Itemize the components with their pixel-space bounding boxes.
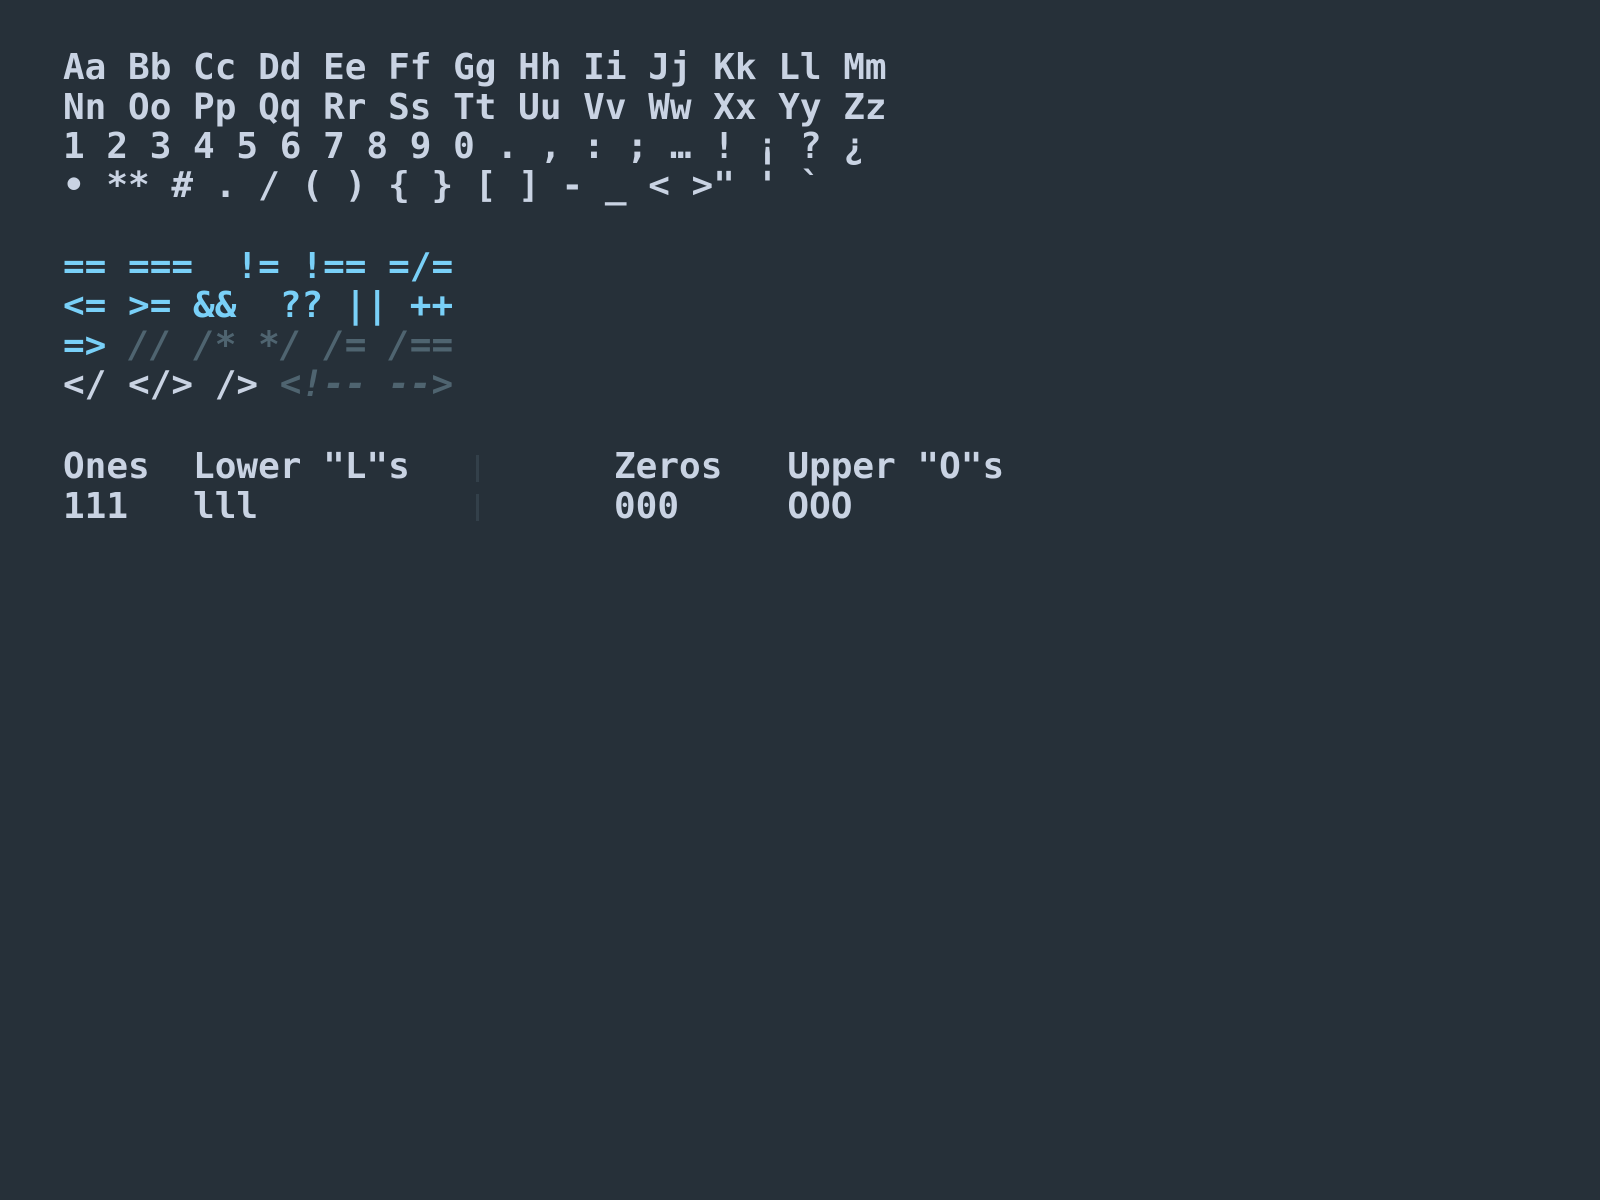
alphabet-line-1: Aa Bb Cc Dd Ee Ff Gg Hh Ii Jj Kk Ll Mm — [63, 47, 887, 88]
tag-ligatures: </ </> /> — [63, 364, 259, 405]
digits-punctuation-line: 1 2 3 4 5 6 7 8 9 0 . , : ; … ! ¡ ? ¿ — [63, 126, 865, 167]
comparison-values-right: 000 OOO — [614, 486, 853, 527]
code-editor[interactable]: Aa Bb Cc Dd Ee Ff Gg Hh Ii Jj Kk Ll Mm N… — [0, 0, 1600, 1200]
comparison-header-left: Ones Lower "L"s — [63, 446, 410, 487]
alphabet-line-2: Nn Oo Pp Qq Rr Ss Tt Uu Vv Ww Xx Yy Zz — [63, 87, 887, 128]
ligature-comparison-line: <= >= && ?? || ++ — [63, 285, 454, 326]
ligature-equality-line: == === != !== =/= — [63, 246, 454, 287]
comparison-header-right: Zeros Upper "O"s — [614, 446, 1005, 487]
html-comment-ligature: <!-- --> — [279, 364, 454, 405]
comment-ligatures: // /* */ /= /== — [128, 325, 454, 366]
arrow-ligature: => — [63, 325, 107, 366]
indent-guide — [476, 494, 479, 521]
ligature-tags-line: </ </> /> <!-- --> — [63, 365, 453, 405]
ligature-arrow-comment-line: => // /* */ /= /== — [63, 326, 453, 366]
symbols-line: • ** # . / ( ) { } [ ] - _ < >" ' ` — [63, 165, 822, 206]
comparison-values-left: 111 lll — [63, 486, 259, 527]
indent-guide — [476, 455, 479, 482]
